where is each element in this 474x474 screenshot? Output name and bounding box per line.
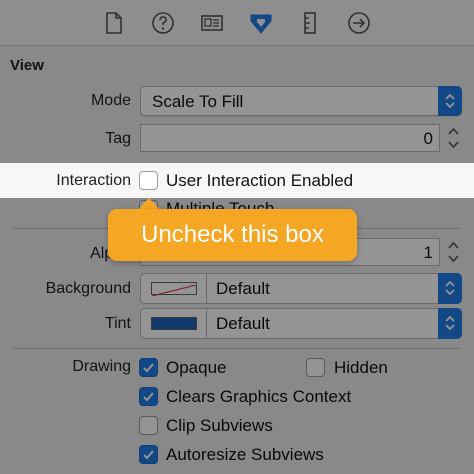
tint-swatch-well <box>141 309 207 338</box>
mode-label: Mode <box>90 92 131 109</box>
mode-value: Scale To Fill <box>152 92 244 111</box>
help-icon[interactable] <box>150 10 176 36</box>
inspector-toolbar <box>0 0 474 46</box>
autoresize-subviews-checkbox[interactable] <box>139 445 158 464</box>
tint-swatch <box>151 317 197 330</box>
file-inspector-icon[interactable] <box>101 10 127 36</box>
popup-arrows-icon <box>438 308 462 339</box>
popup-arrows-icon <box>438 273 462 304</box>
clip-subviews-label: Clip Subviews <box>166 416 273 435</box>
interaction-label: Interaction <box>56 172 131 189</box>
mode-popup[interactable]: Scale To Fill <box>140 86 462 116</box>
background-swatch-well <box>141 274 207 303</box>
tag-value: 0 <box>423 129 433 148</box>
tag-label: Tag <box>105 130 131 147</box>
opaque-checkbox[interactable] <box>139 358 158 377</box>
divider <box>14 348 460 349</box>
alpha-stepper[interactable] <box>446 238 461 266</box>
background-label: Background <box>45 280 131 297</box>
autoresize-subviews-label: Autoresize Subviews <box>166 445 324 464</box>
identity-inspector-icon[interactable] <box>199 10 225 36</box>
no-color-swatch-icon <box>151 282 197 297</box>
tint-color-popup[interactable]: Default <box>140 308 462 339</box>
callout-text: Uncheck this box <box>141 221 324 248</box>
background-color-popup[interactable]: Default <box>140 273 462 304</box>
attributes-inspector-icon[interactable] <box>248 10 274 36</box>
section-title-view: View <box>10 57 44 74</box>
clip-subviews-checkbox[interactable] <box>139 416 158 435</box>
user-interaction-enabled-checkbox[interactable] <box>139 171 158 190</box>
hidden-checkbox[interactable] <box>306 358 325 377</box>
size-inspector-icon[interactable] <box>297 10 323 36</box>
tint-value: Default <box>216 314 270 333</box>
clears-graphics-context-checkbox[interactable] <box>139 387 158 406</box>
connections-inspector-icon[interactable] <box>346 10 372 36</box>
background-value: Default <box>216 279 270 298</box>
tag-stepper[interactable] <box>446 124 461 152</box>
opaque-label: Opaque <box>166 358 227 377</box>
user-interaction-enabled-label: User Interaction Enabled <box>166 171 354 190</box>
popup-arrows-icon <box>438 86 462 116</box>
hidden-label: Hidden <box>334 358 388 377</box>
tag-field[interactable]: 0 <box>140 124 440 152</box>
alpha-value: 1 <box>423 243 433 262</box>
tint-label: Tint <box>104 315 131 332</box>
drawing-label: Drawing <box>72 358 131 375</box>
tutorial-callout: Uncheck this box <box>108 209 357 261</box>
clears-graphics-context-label: Clears Graphics Context <box>166 387 352 406</box>
